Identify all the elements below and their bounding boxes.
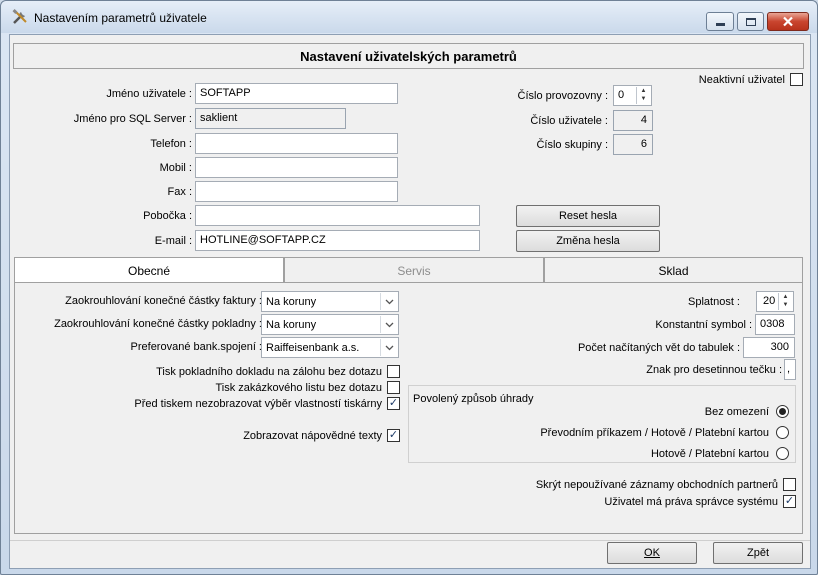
- maximize-icon: [745, 17, 756, 26]
- minimize-icon: [715, 23, 725, 26]
- round-invoice-value: Na koruny: [266, 296, 317, 308]
- dialog-client-area: Nastavení uživatelských parametrů Jméno …: [9, 34, 811, 569]
- tab-panel-general: Zaokrouhlování konečné částky faktury : …: [14, 282, 803, 534]
- rows-label: Počet načítaných vět do tabulek :: [577, 342, 740, 354]
- show-help-checkbox[interactable]: ✓: [387, 429, 400, 442]
- branch-input[interactable]: [195, 205, 480, 226]
- branch-label: Pobočka :: [143, 210, 192, 222]
- tab-service: Servis: [284, 257, 544, 283]
- reset-password-button[interactable]: Reset hesla: [516, 205, 660, 227]
- fax-label: Fax :: [167, 186, 192, 198]
- rows-input[interactable]: 300: [743, 337, 795, 358]
- close-button[interactable]: [767, 12, 809, 31]
- admin-rights-label: Uživatel má práva správce systému: [604, 496, 778, 508]
- ok-button[interactable]: OK: [607, 542, 697, 564]
- show-help-label: Zobrazovat nápovědné texty: [243, 430, 382, 442]
- tab-warehouse[interactable]: Sklad: [544, 257, 803, 283]
- chevron-down-icon[interactable]: [380, 293, 397, 310]
- user-number-field: 4: [613, 110, 653, 131]
- round-invoice-select[interactable]: Na koruny: [261, 291, 399, 312]
- payment-group-label: Povolený způsob úhrady: [413, 393, 534, 405]
- hide-unused-checkbox[interactable]: [783, 478, 796, 491]
- round-receipt-value: Na koruny: [266, 319, 317, 331]
- bank-select[interactable]: Raiffeisenbank a.s.: [261, 337, 399, 358]
- check-icon: ✓: [388, 429, 399, 441]
- round-receipt-select[interactable]: Na koruny: [261, 314, 399, 335]
- phone-input[interactable]: [195, 133, 398, 154]
- payment-option-radio[interactable]: [776, 447, 789, 460]
- due-stepper[interactable]: 20 ▲ ▼: [756, 291, 794, 312]
- tab-general[interactable]: Obecné: [14, 257, 284, 284]
- back-button[interactable]: Zpět: [713, 542, 803, 564]
- spin-up-icon[interactable]: ▲: [779, 293, 792, 301]
- group-number-field: 6: [613, 134, 653, 155]
- phone-label: Telefon :: [150, 138, 192, 150]
- tools-icon: [12, 9, 27, 24]
- payment-option-radio[interactable]: [776, 426, 789, 439]
- payment-group: Povolený způsob úhrady Bez omezení Převo…: [408, 385, 796, 463]
- print-order-label: Tisk zakázkového listu bez dotazu: [215, 382, 382, 394]
- maximize-button[interactable]: [737, 12, 764, 31]
- bank-value: Raiffeisenbank a.s.: [266, 342, 360, 354]
- spin-down-icon[interactable]: ▼: [637, 95, 650, 103]
- spin-up-icon[interactable]: ▲: [637, 87, 650, 95]
- branch-number-spin[interactable]: ▲ ▼: [636, 87, 650, 104]
- due-spin[interactable]: ▲ ▼: [778, 293, 792, 310]
- window-title: Nastavením parametrů uživatele: [34, 11, 207, 25]
- fax-input[interactable]: [195, 181, 398, 202]
- payment-option-radio[interactable]: [776, 405, 789, 418]
- bank-label: Preferované bank.spojení :: [130, 341, 262, 353]
- chevron-down-icon[interactable]: [380, 339, 397, 356]
- round-receipt-label: Zaokrouhlování konečné částky pokladny :: [54, 318, 262, 330]
- print-order-checkbox[interactable]: [387, 381, 400, 394]
- email-label: E-mail :: [154, 235, 192, 247]
- round-invoice-label: Zaokrouhlování konečné částky faktury :: [65, 295, 262, 307]
- print-receipt-checkbox[interactable]: [387, 365, 400, 378]
- due-label: Splatnost :: [688, 296, 740, 308]
- inactive-user-label: Neaktivní uživatel: [698, 74, 785, 86]
- const-symbol-input[interactable]: 0308: [755, 314, 795, 335]
- username-label: Jméno uživatele :: [106, 88, 192, 100]
- footer-divider: [10, 540, 810, 541]
- due-value: 20: [763, 295, 776, 307]
- branch-number-stepper[interactable]: 0 ▲ ▼: [613, 85, 652, 106]
- email-input[interactable]: HOTLINE@SOFTAPP.CZ: [195, 230, 480, 251]
- inactive-user-checkbox[interactable]: [790, 73, 803, 86]
- mobile-label: Mobil :: [159, 162, 192, 174]
- payment-option-label: Bez omezení: [704, 406, 769, 418]
- page-title: Nastavení uživatelských parametrů: [13, 43, 804, 69]
- payment-option-label: Hotově / Platební kartou: [650, 448, 769, 460]
- decimal-label: Znak pro desetinnou tečku :: [646, 364, 782, 376]
- payment-option-label: Převodním příkazem / Hotově / Platební k…: [540, 427, 769, 439]
- dialog-window: Nastavením parametrů uživatele Nastavení…: [0, 0, 818, 575]
- chevron-down-icon[interactable]: [380, 316, 397, 333]
- group-number-label: Číslo skupiny :: [536, 139, 608, 151]
- sql-username-field: saklient: [195, 108, 346, 129]
- close-icon: [783, 16, 793, 27]
- sql-username-label: Jméno pro SQL Server :: [73, 113, 192, 125]
- mobile-input[interactable]: [195, 157, 398, 178]
- minimize-button[interactable]: [706, 12, 734, 31]
- branch-number-label: Číslo provozovny :: [517, 90, 608, 102]
- username-input[interactable]: SOFTAPP: [195, 83, 398, 104]
- admin-rights-checkbox[interactable]: ✓: [783, 495, 796, 508]
- print-receipt-label: Tisk pokladního dokladu na zálohu bez do…: [156, 366, 382, 378]
- hide-unused-label: Skrýt nepoužívané záznamy obchodních par…: [535, 479, 778, 491]
- decimal-input[interactable]: ,: [784, 359, 796, 380]
- title-bar[interactable]: Nastavením parametrů uživatele: [1, 1, 817, 33]
- change-password-button[interactable]: Změna hesla: [516, 230, 660, 252]
- spin-down-icon[interactable]: ▼: [779, 301, 792, 309]
- branch-number-value: 0: [618, 89, 625, 101]
- check-icon: ✓: [784, 495, 795, 507]
- hide-printer-checkbox[interactable]: ✓: [387, 397, 400, 410]
- tab-bar: Obecné Servis Sklad: [14, 257, 803, 284]
- user-number-label: Číslo uživatele :: [530, 115, 608, 127]
- check-icon: ✓: [388, 397, 399, 409]
- const-symbol-label: Konstantní symbol :: [655, 319, 752, 331]
- hide-printer-label: Před tiskem nezobrazovat výběr vlastnost…: [134, 398, 382, 410]
